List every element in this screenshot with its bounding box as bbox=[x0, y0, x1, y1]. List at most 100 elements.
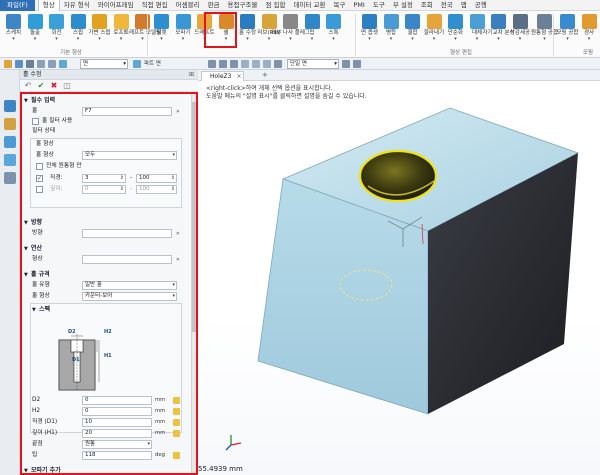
cancel-icon[interactable]: ✖ bbox=[49, 81, 59, 91]
ribbon-button-hole[interactable]: 홀 수정 ▾ bbox=[237, 13, 258, 47]
history-icon[interactable] bbox=[4, 118, 16, 130]
chevron-down-icon[interactable]: ▾ bbox=[182, 37, 185, 42]
param-input[interactable]: 0 bbox=[82, 396, 152, 405]
ribbon-button-inlay[interactable]: 상감세공 ▾ bbox=[510, 13, 531, 47]
menu-point-cloud[interactable]: 점 집합 bbox=[261, 0, 289, 11]
chevron-down-icon[interactable]: ▾ bbox=[160, 37, 163, 42]
diameter-checkbox[interactable]: ✓ bbox=[36, 175, 43, 182]
section-required[interactable]: ▼ 필수 입력 bbox=[24, 96, 190, 105]
tab-holez3[interactable]: HoleZ3 × bbox=[201, 71, 245, 81]
chevron-down-icon[interactable]: ▾ bbox=[332, 37, 335, 42]
chevron-down-icon[interactable]: ▾ bbox=[246, 37, 249, 42]
calculator-icon[interactable] bbox=[173, 419, 180, 426]
menu-data-exchange[interactable]: 데이터 교환 bbox=[289, 0, 329, 11]
menu-extra[interactable]: 공행 bbox=[471, 0, 491, 11]
menu-inquiry[interactable]: 조회 bbox=[417, 0, 437, 11]
preview-icon[interactable]: ◫ bbox=[62, 81, 72, 91]
all-circles-checkbox[interactable] bbox=[36, 163, 43, 170]
hole-form-select[interactable]: 카운터-보어 ▾ bbox=[82, 292, 177, 301]
menu-tools[interactable]: 도구 bbox=[369, 0, 389, 11]
ribbon-button-face-offset[interactable]: 면 옵셋 ▾ bbox=[359, 13, 380, 47]
filter-select[interactable]: 단일 면 ▾ bbox=[287, 59, 339, 69]
toolbar-icon[interactable] bbox=[274, 60, 282, 68]
expand-icon[interactable]: » bbox=[176, 255, 180, 264]
hole-type-select[interactable]: 일반 홀 ▾ bbox=[82, 281, 177, 290]
chevron-down-icon[interactable]: ▾ bbox=[98, 37, 101, 42]
ribbon-button-sketch[interactable]: 스케치 ▾ bbox=[3, 13, 24, 47]
depth-checkbox[interactable] bbox=[36, 186, 43, 193]
scroll-thumb[interactable] bbox=[192, 102, 196, 332]
ribbon-button-simplify[interactable]: 단순화 ▾ bbox=[445, 13, 466, 47]
toolbar-icon[interactable] bbox=[241, 60, 249, 68]
use-filter-checkbox[interactable] bbox=[32, 118, 39, 125]
add-tab-icon[interactable]: + bbox=[262, 71, 268, 80]
ribbon-button-sweep[interactable]: 스윕 ▾ bbox=[68, 13, 89, 47]
ribbon-button-variable-sweep[interactable]: 가변 스윕 ▾ bbox=[89, 13, 111, 47]
chevron-down-icon[interactable]: ▾ bbox=[55, 37, 58, 42]
menu-shape[interactable]: 형상 bbox=[37, 0, 60, 11]
ribbon-button-join[interactable]: 결합 ▾ bbox=[402, 13, 423, 47]
ribbon-button-fillet[interactable]: 필렛 ▾ bbox=[151, 13, 172, 47]
toolbar-icon[interactable] bbox=[252, 60, 260, 68]
chevron-down-icon[interactable]: ▾ bbox=[147, 441, 150, 448]
ribbon-button-morph[interactable]: 모핑 공합 ▾ bbox=[557, 13, 579, 47]
expand-icon[interactable]: » bbox=[176, 107, 180, 116]
toolbar-icon[interactable] bbox=[342, 60, 350, 68]
chevron-down-icon[interactable]: ▾ bbox=[12, 37, 15, 42]
menu-weldment[interactable]: 용접구조물 bbox=[224, 0, 262, 11]
menu-file[interactable]: 파일(F) bbox=[0, 0, 35, 11]
chevron-down-icon[interactable]: ▾ bbox=[588, 37, 591, 42]
snap-icon[interactable] bbox=[26, 60, 34, 68]
view-icon[interactable] bbox=[37, 60, 45, 68]
chevron-down-icon[interactable]: ▾ bbox=[519, 37, 522, 42]
ribbon-button-draft-modeling[interactable]: 드래프트 모델링 ▾ bbox=[124, 13, 161, 47]
layers-icon[interactable] bbox=[4, 136, 16, 148]
face-pick-icon[interactable] bbox=[133, 60, 141, 68]
ribbon-button-cut[interactable]: 잘라내기 ▾ bbox=[424, 13, 445, 47]
toolbar-icon[interactable] bbox=[263, 60, 271, 68]
chevron-down-icon[interactable]: ▾ bbox=[368, 37, 371, 42]
calculator-icon[interactable] bbox=[173, 430, 180, 437]
menu-sheet-metal[interactable]: 판금 bbox=[204, 0, 224, 11]
panel-scrollbar[interactable] bbox=[191, 94, 196, 473]
chevron-down-icon[interactable]: ▾ bbox=[77, 37, 80, 42]
shape-input[interactable] bbox=[82, 255, 172, 264]
feature-tree-icon[interactable] bbox=[4, 100, 16, 112]
hole-input[interactable]: F7 bbox=[82, 107, 172, 116]
layer-icon[interactable] bbox=[48, 60, 56, 68]
ribbon-button-slope[interactable]: 경사 ▾ bbox=[579, 13, 600, 47]
pick-icon[interactable] bbox=[59, 60, 67, 68]
calculator-icon[interactable] bbox=[173, 452, 180, 459]
chevron-down-icon[interactable]: ▾ bbox=[497, 37, 500, 42]
chevron-down-icon[interactable]: ▾ bbox=[476, 37, 479, 42]
param-input[interactable]: 0 bbox=[82, 407, 152, 416]
menu-global[interactable]: 전국 bbox=[437, 0, 457, 11]
properties-icon[interactable] bbox=[4, 172, 16, 184]
section-sketch[interactable]: ▼ 스펙 bbox=[32, 305, 172, 314]
ribbon-button-lip[interactable]: 립 ▾ bbox=[302, 13, 323, 47]
ribbon-button-cylinder[interactable]: 원통형 공합 ▾ bbox=[531, 13, 558, 47]
chevron-down-icon[interactable]: ▾ bbox=[454, 37, 457, 42]
menu-direct-edit[interactable]: 직접 편집 bbox=[138, 0, 172, 11]
depth-min-input[interactable]: 0 ⇕ bbox=[82, 185, 126, 194]
chevron-down-icon[interactable]: ▾ bbox=[543, 37, 546, 42]
menu-wireframe[interactable]: 와이어프레임 bbox=[94, 0, 138, 11]
cube-model[interactable] bbox=[198, 81, 600, 461]
param-input[interactable]: 원통 ▾ bbox=[82, 440, 152, 449]
select-arrow-icon[interactable] bbox=[4, 60, 12, 68]
chevron-down-icon[interactable]: ▾ bbox=[433, 37, 436, 42]
ribbon-button-stock[interactable]: 스톡 ▾ bbox=[323, 13, 344, 47]
direction-input[interactable] bbox=[82, 229, 172, 238]
hole-shape-select[interactable]: 모두 ▾ bbox=[82, 151, 177, 160]
chevron-down-icon[interactable]: ▾ bbox=[311, 37, 314, 42]
expand-icon[interactable]: » bbox=[176, 229, 180, 238]
param-input[interactable]: 20 bbox=[82, 429, 152, 438]
calculator-icon[interactable] bbox=[173, 408, 180, 415]
mode-select[interactable]: 면 ▾ bbox=[80, 59, 128, 69]
menu-app[interactable]: 앱 bbox=[457, 0, 471, 11]
chevron-down-icon[interactable]: ▾ bbox=[390, 37, 393, 42]
chevron-down-icon[interactable]: ▾ bbox=[120, 37, 123, 42]
chevron-down-icon[interactable]: ▾ bbox=[566, 37, 569, 42]
menu-freeform[interactable]: 자유 형식 bbox=[60, 0, 94, 11]
menu-assembly[interactable]: 어셈블리 bbox=[172, 0, 204, 11]
